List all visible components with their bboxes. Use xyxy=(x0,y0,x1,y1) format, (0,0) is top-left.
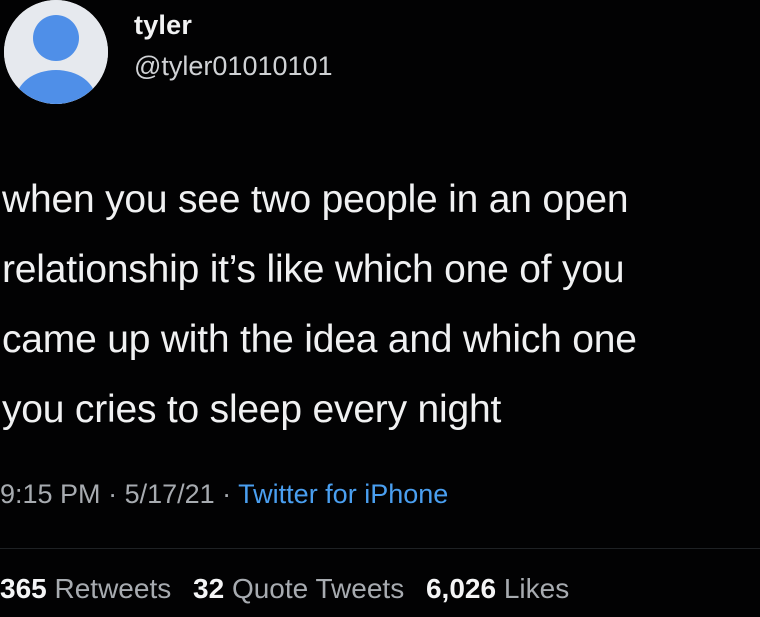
tweet-stats: 365 Retweets 32 Quote Tweets 6,026 Likes xyxy=(0,573,583,605)
quote-tweets-count: 32 xyxy=(193,573,225,604)
display-name[interactable]: tyler xyxy=(134,10,192,41)
default-avatar-icon xyxy=(4,0,108,104)
tweet-source-link[interactable]: Twitter for iPhone xyxy=(238,479,448,509)
quote-tweets-stat[interactable]: 32 Quote Tweets xyxy=(193,573,404,604)
likes-stat[interactable]: 6,026 Likes xyxy=(426,573,569,604)
meta-separator: · xyxy=(100,479,125,509)
avatar[interactable] xyxy=(4,0,108,104)
retweets-count: 365 xyxy=(0,573,47,604)
likes-label: Likes xyxy=(503,573,570,604)
likes-count: 6,026 xyxy=(425,573,497,604)
retweets-label: Retweets xyxy=(54,573,172,604)
tweet-text-line: when you see two people in an open xyxy=(2,178,629,221)
tweet-text-line: relationship it’s like which one of you xyxy=(2,248,625,291)
tweet-text: when you see two people in an open relat… xyxy=(2,165,758,445)
meta-separator: · xyxy=(214,479,239,509)
tweet-time[interactable]: 9:15 PM xyxy=(0,479,101,509)
tweet-text-line: came up with the idea and which one xyxy=(2,318,637,361)
divider xyxy=(0,548,760,549)
tweet-text-line: you cries to sleep every night xyxy=(2,388,502,431)
user-handle[interactable]: @tyler01010101 xyxy=(134,51,333,82)
tweet-meta: 9:15 PM · 5/17/21 · Twitter for iPhone xyxy=(0,479,448,510)
tweet-date[interactable]: 5/17/21 xyxy=(125,479,215,509)
quote-tweets-label: Quote Tweets xyxy=(231,573,405,604)
tweet-card: tyler @tyler01010101 when you see two pe… xyxy=(0,0,760,617)
retweets-stat[interactable]: 365 Retweets xyxy=(0,573,171,604)
